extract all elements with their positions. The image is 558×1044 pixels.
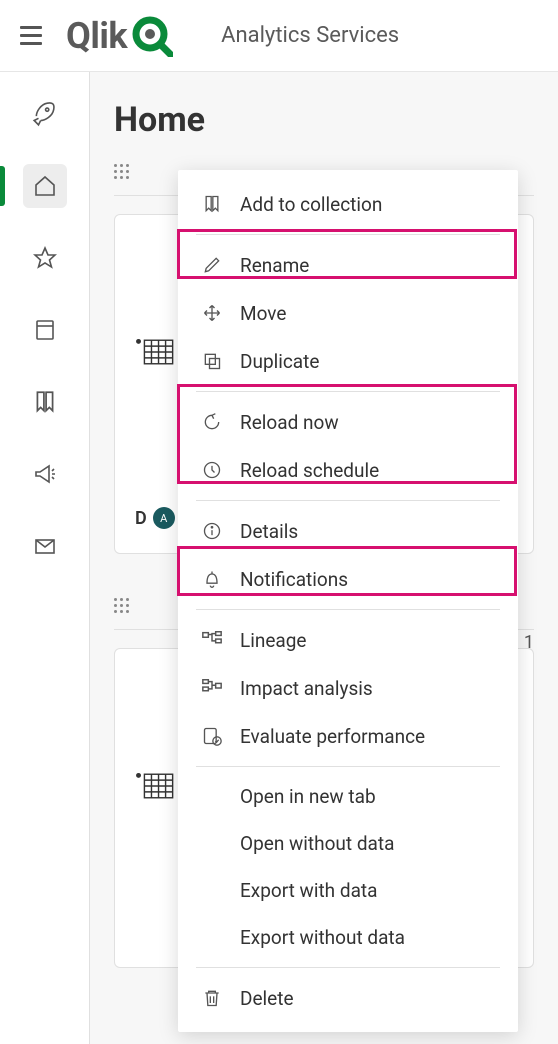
pencil-icon <box>200 253 224 277</box>
sidebar <box>0 72 90 1044</box>
grid-thumbnail-icon <box>135 769 175 807</box>
menu-label: Open in new tab <box>240 785 376 808</box>
avatar: A <box>153 507 175 529</box>
page-title: Home <box>114 100 534 140</box>
card-title: D <box>135 508 147 529</box>
menu-label: Duplicate <box>240 350 319 373</box>
performance-icon <box>200 724 224 748</box>
menu-divider <box>196 967 500 968</box>
menu-label: Move <box>240 302 286 325</box>
menu-open-new-tab[interactable]: Open in new tab <box>178 773 518 820</box>
menu-delete[interactable]: Delete <box>178 974 518 1022</box>
clock-icon <box>200 458 224 482</box>
sidebar-book-icon[interactable] <box>23 308 67 352</box>
bookmark-icon <box>200 192 224 216</box>
menu-divider <box>196 609 500 610</box>
menu-divider <box>196 391 500 392</box>
menu-label: Rename <box>240 254 309 277</box>
menu-reload-schedule[interactable]: Reload schedule <box>178 446 518 494</box>
menu-label: Reload now <box>240 411 339 434</box>
menu-lineage[interactable]: Lineage <box>178 616 518 664</box>
menu-label: Evaluate performance <box>240 725 425 748</box>
menu-notifications[interactable]: Notifications <box>178 555 518 603</box>
logo-text: Qlik <box>66 15 127 57</box>
drag-handle-icon[interactable] <box>114 164 129 179</box>
menu-evaluate-performance[interactable]: Evaluate performance <box>178 712 518 760</box>
menu-duplicate[interactable]: Duplicate <box>178 337 518 385</box>
context-menu: Add to collection Rename Move Duplicate <box>178 170 518 1032</box>
menu-label: Lineage <box>240 629 307 652</box>
menu-label: Delete <box>240 987 294 1010</box>
menu-export-without-data[interactable]: Export without data <box>178 914 518 961</box>
logo[interactable]: Qlik <box>66 15 173 57</box>
menu-impact-analysis[interactable]: Impact analysis <box>178 664 518 712</box>
menu-label: Open without data <box>240 832 394 855</box>
logo-magnifier-icon <box>131 15 173 57</box>
sidebar-star-icon[interactable] <box>23 236 67 280</box>
bell-icon <box>200 567 224 591</box>
sidebar-rocket-icon[interactable] <box>23 92 67 136</box>
card-footer: D A <box>135 507 175 529</box>
sidebar-megaphone-icon[interactable] <box>23 452 67 496</box>
menu-divider <box>196 234 500 235</box>
menu-label: Reload schedule <box>240 459 379 482</box>
menu-label: Details <box>240 520 298 543</box>
menu-reload-now[interactable]: Reload now <box>178 398 518 446</box>
menu-rename[interactable]: Rename <box>178 241 518 289</box>
menu-label: Export with data <box>240 879 377 902</box>
lineage-icon <box>200 628 224 652</box>
menu-details[interactable]: Details <box>178 507 518 555</box>
sidebar-mail-icon[interactable] <box>23 524 67 568</box>
menu-divider <box>196 766 500 767</box>
info-icon <box>200 519 224 543</box>
move-icon <box>200 301 224 325</box>
sidebar-bookmark-icon[interactable] <box>23 380 67 424</box>
menu-export-with-data[interactable]: Export with data <box>178 867 518 914</box>
impact-icon <box>200 676 224 700</box>
menu-divider <box>196 500 500 501</box>
duplicate-icon <box>200 349 224 373</box>
menu-label: Add to collection <box>240 193 382 216</box>
menu-open-without-data[interactable]: Open without data <box>178 820 518 867</box>
reload-icon <box>200 410 224 434</box>
trash-icon <box>200 986 224 1010</box>
hamburger-menu-icon[interactable] <box>20 26 42 45</box>
menu-label: Impact analysis <box>240 677 373 700</box>
menu-add-to-collection[interactable]: Add to collection <box>178 180 518 228</box>
menu-label: Export without data <box>240 926 405 949</box>
sidebar-home-icon[interactable] <box>23 164 67 208</box>
tenant-name: Analytics Services <box>221 23 399 48</box>
grid-thumbnail-icon <box>135 335 175 373</box>
topbar: Qlik Analytics Services <box>0 0 558 72</box>
drag-handle-icon[interactable] <box>114 598 129 613</box>
menu-move[interactable]: Move <box>178 289 518 337</box>
menu-label: Notifications <box>240 568 348 591</box>
